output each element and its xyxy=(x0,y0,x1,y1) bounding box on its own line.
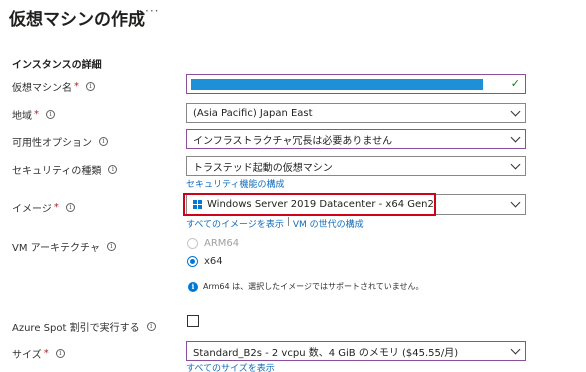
see-all-images-link[interactable]: すべてのイメージを表示 xyxy=(186,217,284,230)
security-type-select[interactable]: トラステッド起動の仮想マシン xyxy=(186,156,526,176)
required-marker: * xyxy=(34,109,39,120)
availability-label: 可用性オプション i xyxy=(12,134,108,149)
vm-name-input[interactable]: ✓ xyxy=(186,74,526,94)
chevron-down-icon xyxy=(510,197,521,208)
check-icon: ✓ xyxy=(510,77,520,90)
chevron-down-icon xyxy=(510,106,521,117)
azure-spot-checkbox[interactable] xyxy=(187,315,199,327)
radio-option-arm64[interactable]: ARM64 xyxy=(187,238,239,249)
info-icon[interactable]: i xyxy=(108,165,118,174)
size-label-text: サイズ xyxy=(12,350,42,361)
radio-label-x64: x64 xyxy=(204,256,223,267)
size-select[interactable]: Standard_B2s - 2 vcpu 数、4 GiB のメモリ ($45.… xyxy=(186,341,526,361)
security-type-value: トラステッド起動の仮想マシン xyxy=(193,162,333,174)
region-select[interactable]: (Asia Pacific) Japan East xyxy=(186,103,526,123)
required-marker: * xyxy=(43,348,49,359)
availability-select[interactable]: インフラストラクチャ冗長は必要ありません xyxy=(186,129,526,149)
info-icon[interactable]: i xyxy=(146,322,156,331)
security-type-label: セキュリティの種類 i xyxy=(12,162,118,177)
azure-spot-label-text: Azure Spot 割引で実行する xyxy=(12,323,140,334)
region-label: 地域 * i xyxy=(12,107,55,122)
region-value: (Asia Pacific) Japan East xyxy=(193,107,313,119)
vm-name-label: 仮想マシン名 * i xyxy=(12,79,95,94)
size-label: サイズ * i xyxy=(12,346,65,361)
image-links: すべてのイメージを表示 | VM の世代の構成 xyxy=(186,217,364,230)
more-options-button[interactable]: ··· xyxy=(145,4,159,18)
info-icon[interactable]: i xyxy=(65,203,75,212)
image-highlight-box xyxy=(183,193,436,216)
radio-button[interactable] xyxy=(187,256,198,267)
security-type-label-text: セキュリティの種類 xyxy=(12,166,102,177)
vm-architecture-label-text: VM アーキテクチャ xyxy=(12,243,100,254)
see-all-sizes-link[interactable]: すべてのサイズを表示 xyxy=(186,361,275,372)
azure-spot-label: Azure Spot 割引で実行する i xyxy=(12,319,156,334)
required-marker: * xyxy=(74,81,79,92)
redacted-value-mask xyxy=(191,79,483,90)
section-title-instance-details: インスタンスの詳細 xyxy=(12,60,102,71)
vm-architecture-label: VM アーキテクチャ i xyxy=(12,239,116,254)
chevron-down-icon xyxy=(510,159,521,170)
info-icon[interactable]: i xyxy=(86,82,95,91)
arch-notice: i Arm64 は、選択したイメージではサポートされていません。 xyxy=(188,281,424,292)
info-icon[interactable]: i xyxy=(46,110,55,119)
configure-security-link[interactable]: セキュリティ機能の構成 xyxy=(186,177,284,190)
info-icon[interactable]: i xyxy=(106,242,116,251)
radio-label-arm64: ARM64 xyxy=(204,238,240,249)
configure-vm-generation-link[interactable]: VM の世代の構成 xyxy=(293,217,364,230)
page-title: 仮想マシンの作成 xyxy=(9,10,145,30)
arch-notice-text: Arm64 は、選択したイメージではサポートされていません。 xyxy=(203,282,424,291)
chevron-down-icon xyxy=(510,344,521,355)
region-label-text: 地域 xyxy=(12,111,32,122)
info-icon: i xyxy=(188,281,198,292)
required-marker: * xyxy=(53,202,59,213)
size-value: Standard_B2s - 2 vcpu 数、4 GiB のメモリ ($45.… xyxy=(193,347,459,359)
link-separator: | xyxy=(286,217,290,227)
radio-option-x64[interactable]: x64 xyxy=(187,256,223,267)
chevron-down-icon xyxy=(510,132,521,143)
image-label: イメージ * i xyxy=(12,200,75,215)
info-icon[interactable]: i xyxy=(99,137,108,146)
radio-button[interactable] xyxy=(187,238,198,249)
image-label-text: イメージ xyxy=(12,204,52,215)
availability-label-text: 可用性オプション xyxy=(12,138,92,149)
availability-value: インフラストラクチャ冗長は必要ありません xyxy=(193,135,393,147)
vm-name-label-text: 仮想マシン名 xyxy=(12,83,72,94)
info-icon[interactable]: i xyxy=(55,349,65,358)
